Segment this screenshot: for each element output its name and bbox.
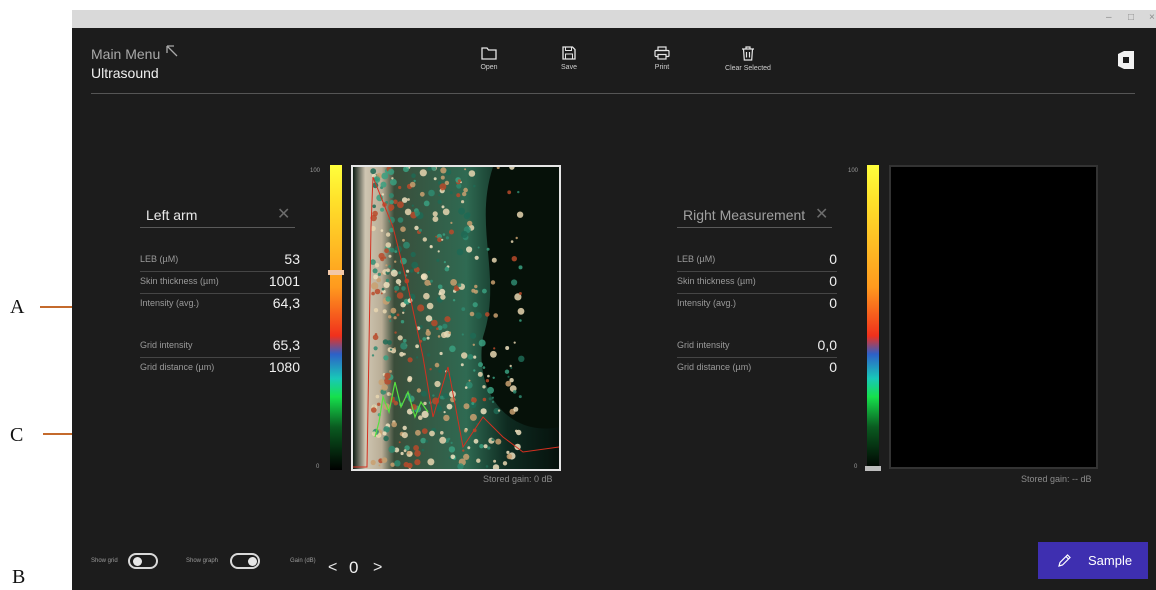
save-button[interactable]: Save [524,46,614,71]
left-row-skin-thickness-value: 1001 [268,273,300,289]
minimize-button[interactable]: – [1106,12,1112,23]
ultrasound-scan [353,167,559,469]
left-row-intensity: Intensity (avg.) 64,3 [140,294,300,316]
show-grid-label: Show grid [91,558,118,564]
show-graph-label: Show graph [186,558,219,564]
left-scale-max-label: 100 [310,168,321,174]
maximize-button[interactable]: □ [1128,12,1134,23]
open-button[interactable]: Open [444,46,534,71]
left-row-skin-thickness: Skin thickness (µm) 1001 [140,272,300,294]
pencil-icon [1058,554,1071,567]
right-color-scale [867,165,879,470]
left-stored-gain: Stored gain: 0 dB [483,474,553,484]
show-graph-toggle[interactable] [230,553,260,569]
page-title: Ultrasound [91,65,159,81]
left-row-leb: LEB (µM) 53 [140,250,300,272]
print-button[interactable]: Print [617,46,707,71]
close-window-button[interactable]: × [1149,12,1155,23]
right-row-grid-distance: Grid distance (µm) 0 [677,358,837,380]
right-row-grid-distance-value: 0 [829,359,837,375]
ultrasound-image-left[interactable] [351,165,561,471]
right-row-skin-thickness-value: 0 [829,273,837,289]
left-row-grid-intensity: Grid intensity 65,3 [140,336,300,358]
left-row-skin-thickness-label: Skin thickness (µm) [140,276,219,286]
ultrasound-image-right[interactable] [889,165,1098,469]
annotation-letter-c: C [10,424,24,446]
print-icon [654,46,670,60]
show-grid-toggle[interactable] [128,553,158,569]
right-scale-min-label: 0 [854,464,858,470]
save-label: Save [561,64,577,71]
right-row-grid-intensity-value: 0,0 [817,337,837,353]
left-scale-slider-handle[interactable] [328,270,344,275]
right-measurement-title[interactable]: Right Measurement [683,207,805,223]
annotation-letter-b: B [12,566,26,588]
open-label: Open [480,64,498,71]
left-row-grid-intensity-label: Grid intensity [140,340,193,350]
arrow-up-left-icon[interactable] [165,44,179,58]
right-row-grid-distance-label: Grid distance (µm) [677,362,752,372]
trash-icon [742,46,754,61]
gain-value: 0 [349,558,359,577]
right-stored-gain: Stored gain: -- dB [1021,474,1092,484]
sample-button-label: Sample [1088,553,1133,568]
show-graph-toggle-knob [248,557,257,566]
folder-icon [481,47,497,60]
right-row-leb-label: LEB (µM) [677,254,716,264]
right-row-grid-intensity: Grid intensity 0,0 [677,336,837,358]
clear-selected-button[interactable]: Clear Selected [703,46,793,72]
left-measurement-title[interactable]: Left arm [146,207,197,223]
right-row-skin-thickness-label: Skin thickness (µm) [677,276,756,286]
gain-decrease-button[interactable]: < [328,559,337,577]
left-measurement-close-icon[interactable]: ✕ [277,204,290,224]
print-label: Print [654,64,670,71]
left-row-intensity-label: Intensity (avg.) [140,298,200,308]
right-row-intensity-label: Intensity (avg.) [677,298,737,308]
right-row-leb: LEB (µM) 0 [677,250,837,272]
left-scale-min-label: 0 [316,464,320,470]
right-measurement-close-icon[interactable]: ✕ [815,204,828,224]
save-icon [562,46,576,60]
left-row-grid-intensity-value: 65,3 [272,337,300,353]
left-row-leb-value: 53 [284,251,300,267]
sample-button[interactable]: Sample [1038,542,1148,579]
annotation-letter-a: A [10,296,25,318]
left-row-grid-distance: Grid distance (µm) 1080 [140,358,300,380]
right-row-intensity: Intensity (avg.) 0 [677,294,837,316]
left-measurement-title-underline [140,227,295,228]
show-grid-toggle-knob [133,557,142,566]
right-scale-max-label: 100 [848,168,859,174]
right-row-intensity-value: 0 [829,295,837,311]
right-scale-slider-handle[interactable] [865,466,881,471]
right-row-grid-intensity-label: Grid intensity [677,340,730,350]
left-row-grid-distance-value: 1080 [268,359,300,375]
main-menu-link[interactable]: Main Menu [91,46,160,62]
left-color-scale [330,165,342,470]
window-titlebar: – □ × [72,10,1156,28]
right-row-skin-thickness: Skin thickness (µm) 0 [677,272,837,294]
header-divider [91,93,1135,94]
right-row-leb-value: 0 [829,251,837,267]
left-row-leb-label: LEB (µM) [140,254,179,264]
left-row-intensity-value: 64,3 [272,295,300,311]
gain-increase-button[interactable]: > [373,559,382,577]
app-window: – □ × Main Menu Ultrasound Open Save Pri… [72,10,1156,590]
gain-label: Gain (dB) [290,558,316,564]
brand-logo-icon [1118,51,1134,69]
left-row-grid-distance-label: Grid distance (µm) [140,362,215,372]
clear-selected-label: Clear Selected [725,65,771,72]
right-measurement-title-underline [677,227,832,228]
